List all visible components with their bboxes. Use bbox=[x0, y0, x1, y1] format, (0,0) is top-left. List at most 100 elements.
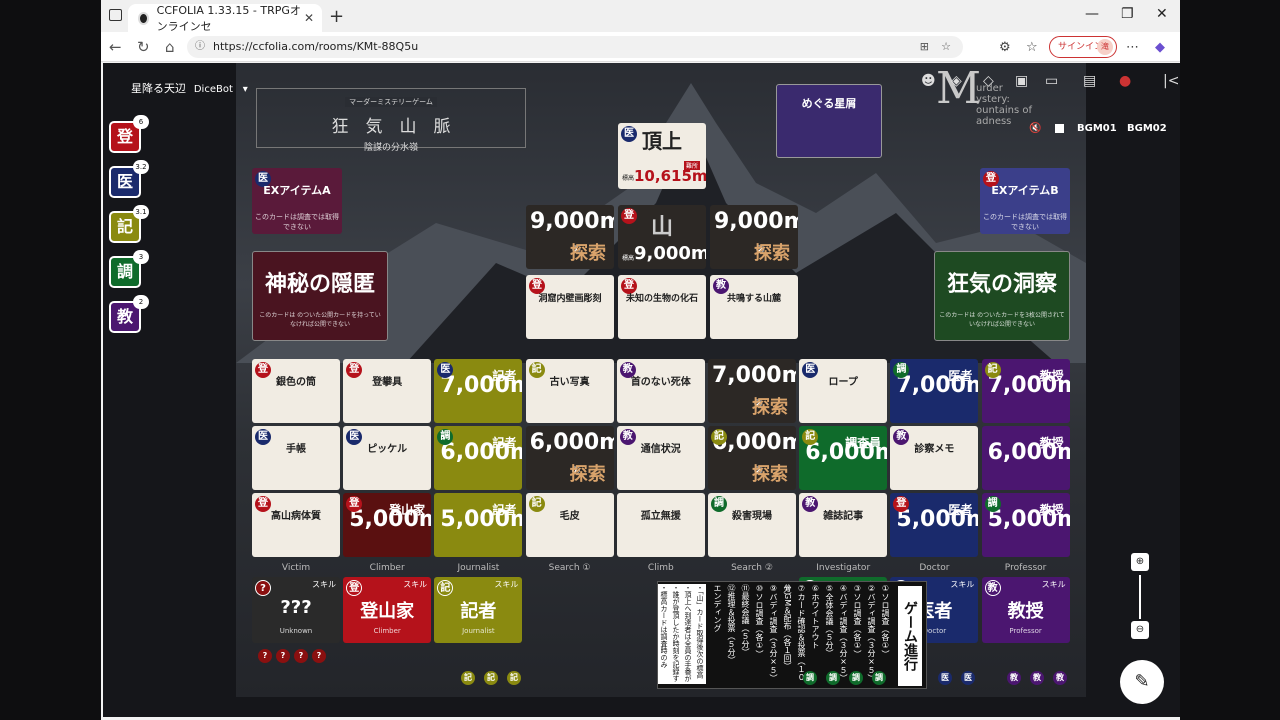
sidebar-character-0[interactable]: 登6 bbox=[109, 115, 149, 153]
movie-icon[interactable]: ▤ bbox=[1083, 73, 1096, 89]
close-tab-icon[interactable]: ✕ bbox=[304, 11, 314, 25]
token-chip[interactable]: ? bbox=[312, 649, 326, 663]
grid-card-0-8[interactable]: 教授 7,000m 記 bbox=[981, 359, 1070, 423]
grid-card-1-5[interactable]: 6,000m ② 探索記 bbox=[708, 426, 796, 490]
zoom-slider[interactable] bbox=[1139, 575, 1141, 619]
grid-card-2-1[interactable]: 登山家 5,000m 登 bbox=[343, 493, 432, 557]
url-input[interactable]: ⓘ https://ccfolia.com/rooms/KMt-88Q5u ⊞ … bbox=[187, 36, 963, 58]
grid-card-0-5[interactable]: 7,000m ② 探索 bbox=[708, 359, 796, 423]
extensions-icon[interactable]: ⚙ bbox=[999, 40, 1011, 55]
chat-icon[interactable]: ▣ bbox=[1015, 73, 1028, 89]
site-info-icon[interactable]: ⓘ bbox=[195, 36, 205, 58]
back-icon[interactable]: ← bbox=[109, 38, 122, 56]
grid-card-0-3[interactable]: 古い写真記 bbox=[525, 359, 614, 423]
zoom-out-icon[interactable]: ⊖ bbox=[1131, 621, 1149, 639]
app-icon[interactable]: ⊞ bbox=[920, 36, 929, 58]
grid-card-2-2[interactable]: 記者 5,000m bbox=[434, 493, 523, 557]
grid-card-1-8[interactable]: 教授 6,000m bbox=[981, 426, 1070, 490]
favorite-star-icon[interactable]: ☆ bbox=[941, 36, 951, 58]
tab-actions-icon[interactable] bbox=[109, 9, 122, 21]
ex-item-b-card[interactable]: 登 EXアイテムB このカードは調査では取得できない bbox=[980, 168, 1070, 234]
summit-card[interactable]: 医 頂上 難所 標高 10,615m bbox=[618, 123, 706, 189]
skill-card-5[interactable]: 教 スキル 教授 Professor bbox=[981, 577, 1070, 643]
token-chip[interactable]: 記 bbox=[484, 671, 498, 685]
copilot-icon[interactable]: ◆ bbox=[1155, 40, 1165, 55]
minimize-icon[interactable]: — bbox=[1085, 6, 1099, 22]
token-chip[interactable]: 調 bbox=[803, 671, 817, 685]
grid-card-0-1[interactable]: 登攀具登 bbox=[343, 359, 432, 423]
token-chip[interactable]: 調 bbox=[826, 671, 840, 685]
sidebar-character-3[interactable]: 調3 bbox=[109, 250, 149, 288]
new-tab-icon[interactable]: + bbox=[329, 6, 344, 27]
token-chip[interactable]: ? bbox=[258, 649, 272, 663]
favorites-icon[interactable]: ☆ bbox=[1026, 40, 1038, 55]
bgm02-label[interactable]: BGM02 bbox=[1127, 123, 1167, 134]
grid-card-2-6[interactable]: 雑誌記事教 bbox=[799, 493, 888, 557]
user-avatar-icon[interactable]: ● bbox=[1119, 73, 1131, 89]
grid-card-1-2[interactable]: 記者 6,000m 調 bbox=[434, 426, 523, 490]
grid-card-2-4[interactable]: 孤立無援 bbox=[616, 493, 705, 557]
skill-card-0[interactable]: ? スキル??? Unknown bbox=[252, 577, 340, 643]
grid-card-2-5[interactable]: 殺害現場調 bbox=[708, 493, 796, 557]
meguru-card[interactable]: めぐる星屑 bbox=[776, 84, 882, 158]
grid-card-1-6[interactable]: 調査員 6,000m 記 bbox=[799, 426, 888, 490]
grid-card-2-7[interactable]: 医者 5,000m 登 bbox=[890, 493, 979, 557]
token-chip[interactable]: 教 bbox=[1053, 671, 1067, 685]
ex-item-a-card[interactable]: 医 EXアイテムA このカードは調査では取得できない bbox=[252, 168, 342, 234]
grid-card-1-3[interactable]: 6,000m ① 探索 bbox=[525, 426, 614, 490]
layers-icon[interactable]: ◈ bbox=[951, 73, 962, 89]
close-window-icon[interactable]: ✕ bbox=[1156, 6, 1168, 22]
grid-card-0-7[interactable]: 医者 7,000m 調 bbox=[890, 359, 979, 423]
grid-card-2-8[interactable]: 教授 5,000m 調 bbox=[981, 493, 1070, 557]
mask-icon[interactable]: ☻ bbox=[921, 73, 936, 89]
grid-card-0-0[interactable]: 銀色の筒登 bbox=[252, 359, 340, 423]
home-icon[interactable]: ⌂ bbox=[165, 38, 175, 56]
token-chip[interactable]: ? bbox=[294, 649, 308, 663]
clue-card-cave[interactable]: 登 洞窟内壁画彫刻 bbox=[526, 275, 614, 339]
token-chip[interactable]: 調 bbox=[872, 671, 886, 685]
token-chip[interactable]: 教 bbox=[1030, 671, 1044, 685]
search-9000-2-card[interactable]: 9,000m ② 探索 bbox=[710, 205, 798, 269]
search-9000-1-card[interactable]: 9,000m ① 探索 bbox=[526, 205, 614, 269]
room-header[interactable]: 星降る天辺 DiceBot ▾ bbox=[131, 80, 248, 96]
sidebar-character-2[interactable]: 記 3.1 bbox=[109, 205, 149, 243]
layers-add-icon[interactable]: ◇ bbox=[983, 73, 994, 89]
grid-card-1-1[interactable]: ピッケル医 bbox=[343, 426, 432, 490]
edit-fab-button[interactable]: ✎ bbox=[1120, 660, 1164, 704]
grid-card-1-7[interactable]: 診察メモ教 bbox=[890, 426, 979, 490]
grid-card-0-4[interactable]: 首のない死体教 bbox=[616, 359, 705, 423]
token-chip[interactable]: 医 bbox=[938, 671, 952, 685]
clue-card-fossil[interactable]: 登 未知の生物の化石 bbox=[618, 275, 706, 339]
grid-card-2-3[interactable]: 毛皮記 bbox=[525, 493, 614, 557]
grid-card-1-4[interactable]: 通信状況教 bbox=[616, 426, 705, 490]
token-chip[interactable]: 調 bbox=[849, 671, 863, 685]
clue-card-resonance[interactable]: 教 共鳴する山麓 bbox=[710, 275, 798, 339]
grid-card-0-6[interactable]: ロープ医 bbox=[799, 359, 888, 423]
sidebar-character-4[interactable]: 教2 bbox=[109, 295, 149, 333]
zoom-in-icon[interactable]: ⊕ bbox=[1131, 553, 1149, 571]
grid-card-1-0[interactable]: 手帳医 bbox=[252, 426, 340, 490]
signin-button[interactable]: サインイン 滝 bbox=[1049, 36, 1117, 58]
browser-tab[interactable]: CCFOLIA 1.33.15 - TRPGオンラインセ ✕ bbox=[128, 4, 322, 33]
token-chip[interactable]: 記 bbox=[461, 671, 475, 685]
collapse-panel-icon[interactable]: |< bbox=[1163, 73, 1179, 89]
grid-card-2-0[interactable]: 高山病体質登 bbox=[252, 493, 340, 557]
token-chip[interactable]: 教 bbox=[1007, 671, 1021, 685]
sidebar-character-1[interactable]: 医 3.2 bbox=[109, 160, 149, 198]
token-chip[interactable]: ? bbox=[276, 649, 290, 663]
mute-icon[interactable]: 🔇 bbox=[1029, 123, 1041, 134]
restore-icon[interactable]: ❐ bbox=[1121, 6, 1134, 22]
image-icon[interactable]: ▭ bbox=[1045, 73, 1058, 89]
grid-card-0-2[interactable]: 記者 7,000m 医 bbox=[434, 359, 523, 423]
stop-icon[interactable] bbox=[1055, 124, 1064, 133]
token-chip[interactable]: 医 bbox=[961, 671, 975, 685]
chevron-down-icon[interactable]: ▾ bbox=[243, 84, 248, 95]
mountain-card[interactable]: 登 山 標高 9,000m bbox=[618, 205, 706, 269]
skill-card-2[interactable]: 記 スキル 記者 Journalist bbox=[434, 577, 523, 643]
more-menu-icon[interactable]: ⋯ bbox=[1126, 40, 1139, 55]
token-chip[interactable]: 記 bbox=[507, 671, 521, 685]
bgm01-label[interactable]: BGM01 bbox=[1077, 123, 1117, 134]
reload-icon[interactable]: ↻ bbox=[137, 38, 150, 56]
shinpi-card[interactable]: 神秘の隠匿 このカードは のついた公開カードを持っていなければ公開できない bbox=[252, 251, 388, 341]
kyoki-card[interactable]: 狂気の洞察 このカードは のついたカードを3枚公開されていなければ公開できない bbox=[934, 251, 1070, 341]
